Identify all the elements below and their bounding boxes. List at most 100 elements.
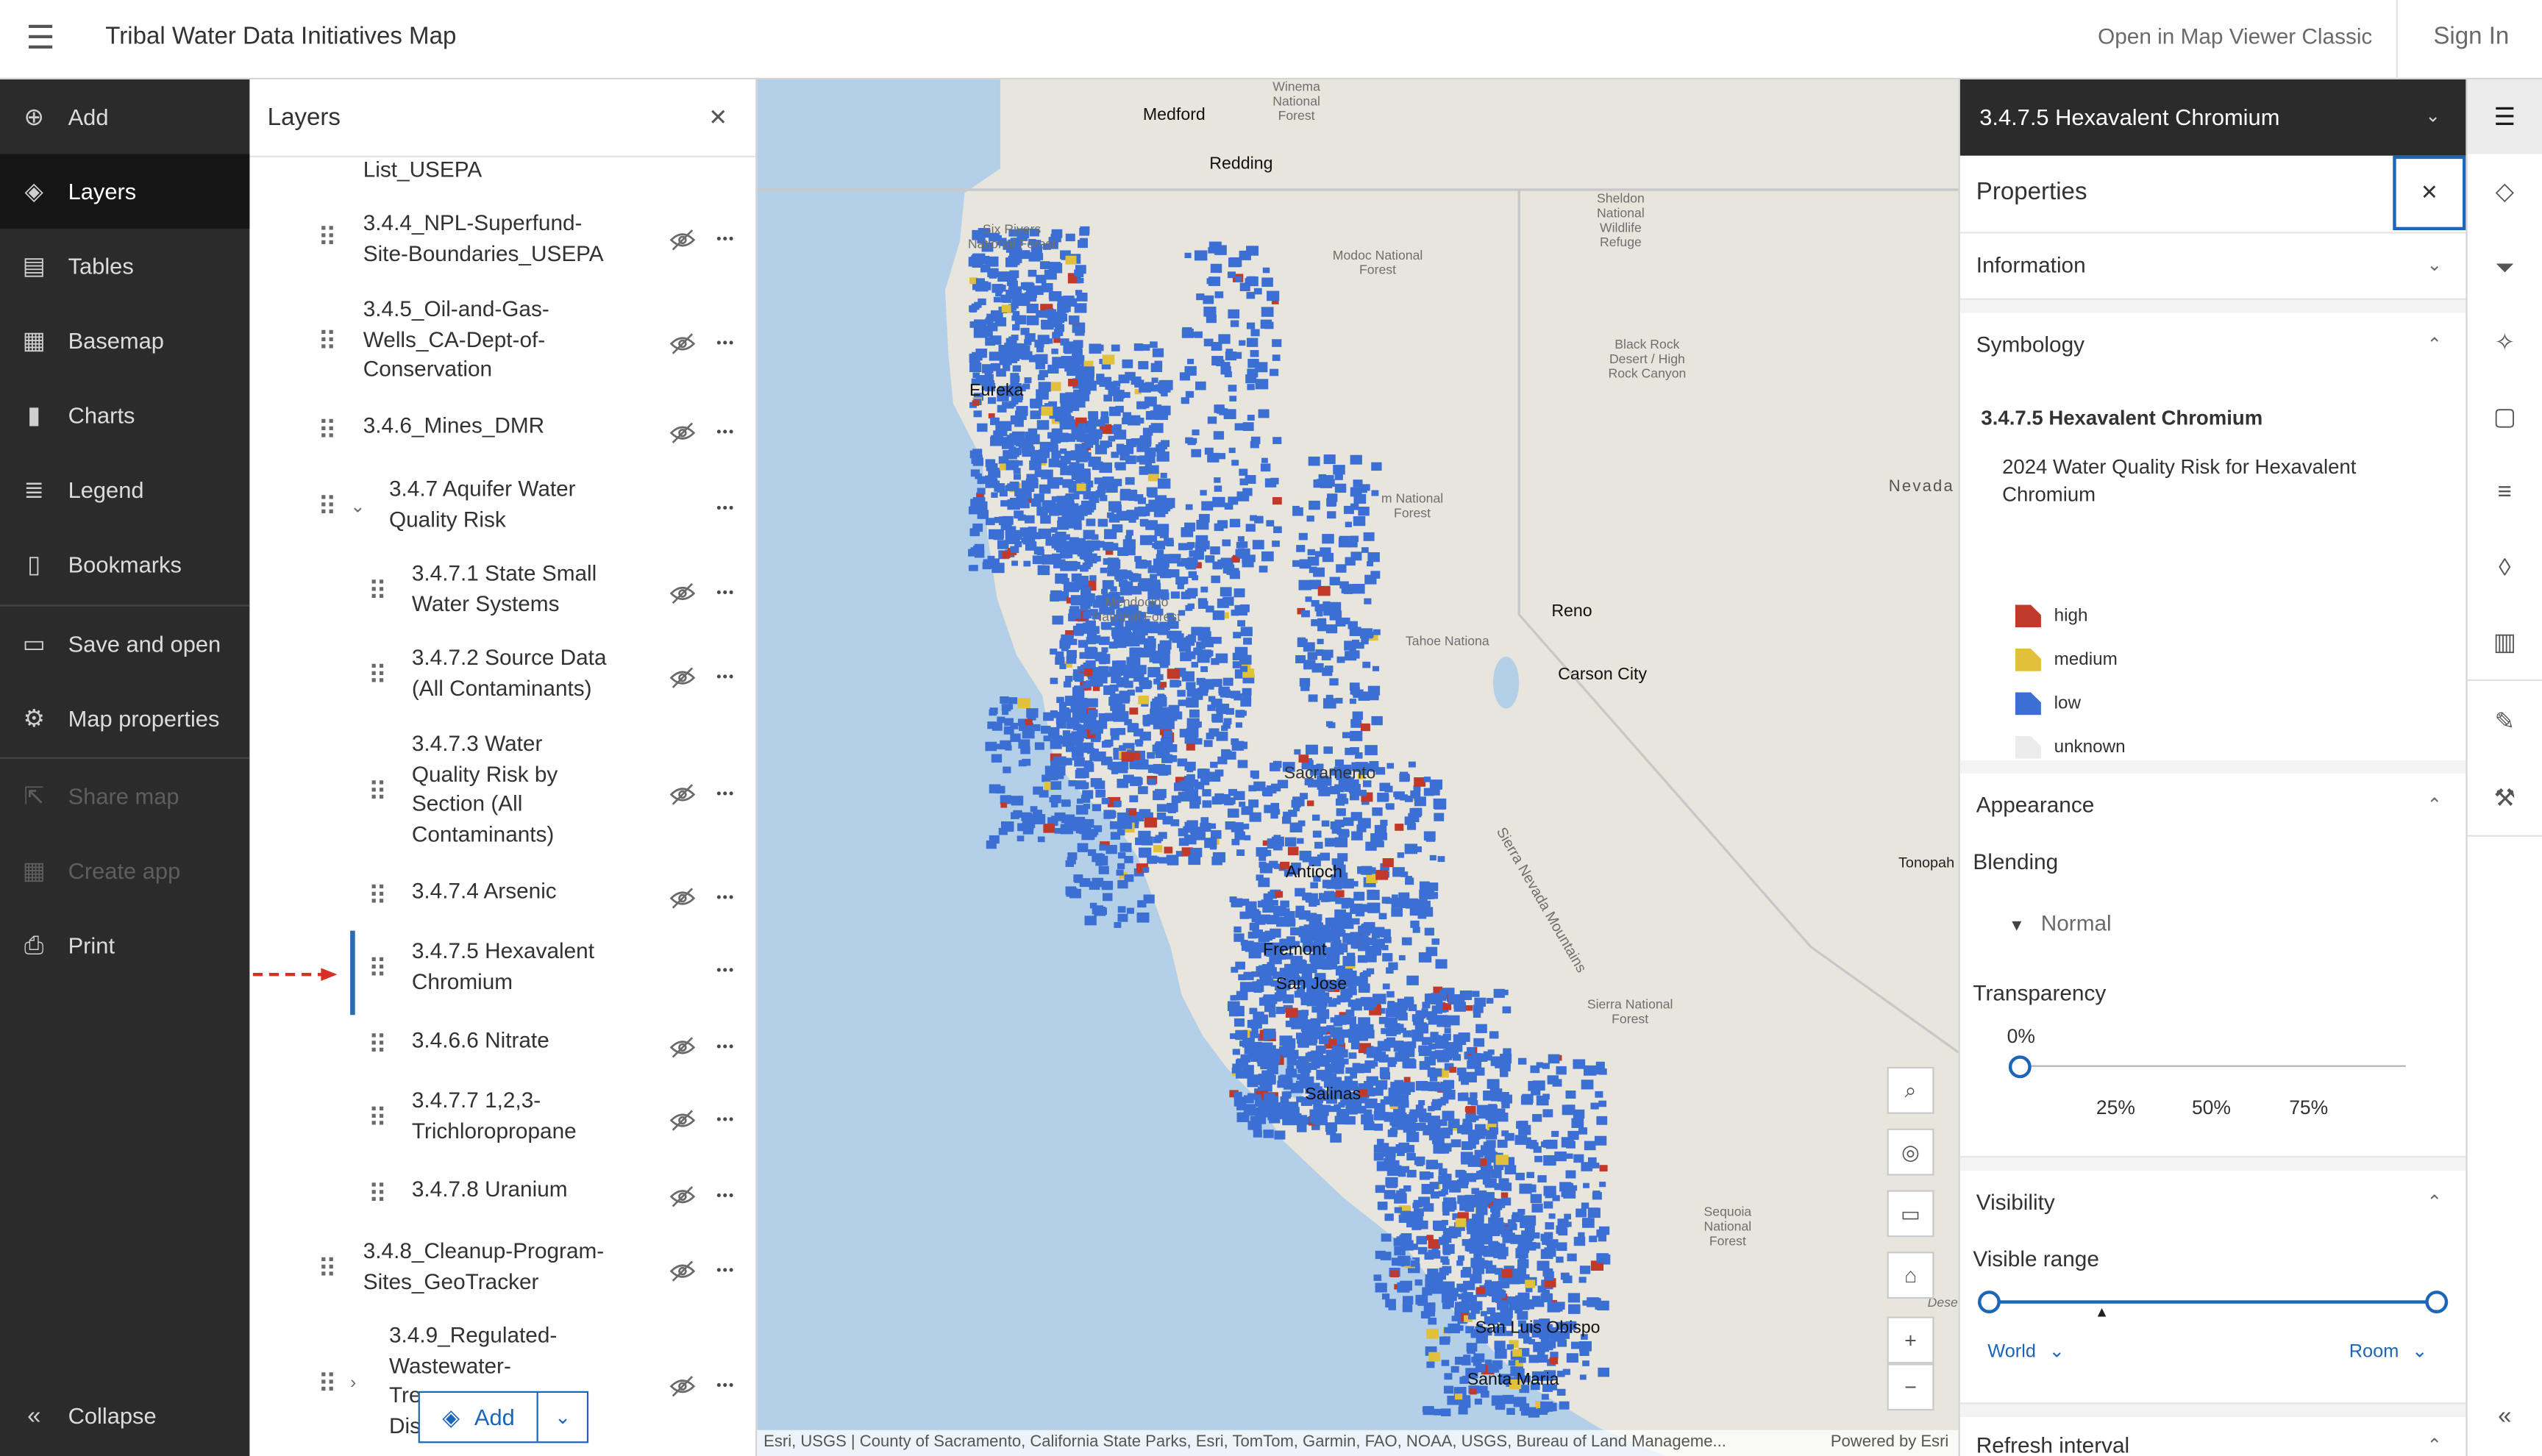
map-feature[interactable] [1550, 1352, 1559, 1359]
map-feature[interactable] [1494, 1341, 1506, 1350]
map-feature[interactable] [1242, 824, 1250, 829]
map-feature[interactable] [1335, 890, 1345, 898]
map-feature[interactable] [1111, 344, 1120, 351]
map-feature[interactable] [972, 351, 983, 361]
map-feature[interactable] [1005, 745, 1012, 751]
map-feature[interactable] [1196, 641, 1206, 649]
map-feature[interactable] [1222, 722, 1231, 729]
map-feature[interactable] [1362, 661, 1371, 668]
map-feature[interactable] [1495, 1200, 1506, 1208]
map-feature[interactable] [1003, 766, 1011, 774]
map-feature[interactable] [1336, 564, 1347, 573]
map-feature[interactable] [1028, 527, 1037, 534]
map-feature[interactable] [1435, 959, 1448, 969]
map-feature[interactable] [1095, 789, 1106, 798]
map-feature[interactable] [1416, 1160, 1424, 1166]
map-feature[interactable] [1425, 946, 1438, 957]
map-feature[interactable] [980, 264, 991, 273]
map-feature[interactable] [1233, 588, 1245, 598]
map-feature[interactable] [1549, 1192, 1556, 1198]
map-feature[interactable] [1414, 777, 1426, 787]
map-feature[interactable] [1311, 899, 1320, 905]
map-feature[interactable] [1309, 500, 1320, 510]
map-feature[interactable] [1420, 1310, 1431, 1319]
map-feature[interactable] [1214, 404, 1225, 413]
map-feature[interactable] [991, 722, 1003, 731]
map-feature[interactable] [1598, 1367, 1610, 1377]
map-feature[interactable] [1526, 1171, 1534, 1179]
map-feature[interactable] [1000, 500, 1008, 507]
nav-collapse[interactable]: « Collapse [0, 1378, 249, 1452]
map-feature[interactable] [1038, 382, 1051, 392]
map-feature[interactable] [1060, 338, 1069, 346]
map-feature[interactable] [1041, 406, 1053, 416]
map-feature[interactable] [1537, 1175, 1547, 1183]
map-feature[interactable] [1417, 1299, 1427, 1306]
map-feature[interactable] [1038, 565, 1045, 571]
map-feature[interactable] [1435, 1163, 1443, 1169]
map-feature[interactable] [1345, 1067, 1353, 1074]
map-feature[interactable] [1465, 1113, 1476, 1123]
visibility-off-icon[interactable] [669, 665, 696, 690]
map-feature[interactable] [1120, 638, 1128, 644]
map-feature[interactable] [1475, 1024, 1487, 1033]
map-feature[interactable] [1111, 627, 1123, 637]
map-feature[interactable] [1348, 1052, 1357, 1059]
map-feature[interactable] [1005, 532, 1017, 541]
map-feature[interactable] [1144, 447, 1156, 457]
map-feature[interactable] [1106, 512, 1114, 518]
map-feature[interactable] [1321, 820, 1330, 827]
map-feature[interactable] [1250, 515, 1257, 521]
map-feature[interactable] [1217, 756, 1228, 765]
map-feature[interactable] [1057, 313, 1067, 322]
map-feature[interactable] [1065, 493, 1075, 501]
map-feature[interactable] [1579, 1341, 1592, 1352]
map-feature[interactable] [1189, 709, 1200, 718]
map-feature[interactable] [1077, 843, 1089, 852]
map-feature[interactable] [1079, 878, 1091, 888]
close-button[interactable]: ✕ [2393, 155, 2466, 231]
chevron-up-icon[interactable]: ⌃ [2427, 794, 2442, 816]
map-feature[interactable] [1380, 1112, 1389, 1119]
map-feature[interactable] [1481, 1192, 1495, 1202]
map-feature[interactable] [1557, 1339, 1567, 1347]
map-feature[interactable] [1032, 814, 1046, 824]
map-feature[interactable] [1372, 927, 1385, 937]
map-feature[interactable] [1253, 1011, 1264, 1021]
layer-item[interactable]: ⠿ 3.4.8_Cleanup-Program- Sites_GeoTracker… [249, 1237, 755, 1305]
map-feature[interactable] [1128, 489, 1138, 498]
map-feature[interactable] [1116, 869, 1124, 876]
map-feature[interactable] [1207, 452, 1220, 463]
map-feature[interactable] [1458, 1293, 1466, 1300]
map-feature[interactable] [1089, 343, 1102, 354]
range-min-select[interactable]: World ⌄ [1987, 1339, 2065, 1362]
map-feature[interactable] [1331, 826, 1342, 834]
map-feature[interactable] [1321, 652, 1331, 661]
map-feature[interactable] [1254, 1094, 1261, 1101]
map-feature[interactable] [1125, 371, 1136, 381]
map-feature[interactable] [1055, 407, 1067, 417]
map-feature[interactable] [1487, 1079, 1500, 1089]
map-feature[interactable] [1114, 800, 1122, 807]
map-feature[interactable] [993, 531, 1004, 540]
map-feature[interactable] [1143, 680, 1153, 688]
map-feature[interactable] [1158, 857, 1167, 864]
map-feature[interactable] [1054, 264, 1061, 270]
layer-item[interactable]: ⠿ 3.4.4_NPL-Superfund- Site-Boundaries_US… [249, 209, 755, 271]
drag-handle-icon[interactable]: ⠿ [318, 225, 337, 254]
map-feature[interactable] [1240, 1054, 1251, 1063]
map-feature[interactable] [1159, 682, 1167, 688]
map-feature[interactable] [1307, 549, 1315, 556]
map-feature[interactable] [1359, 790, 1367, 796]
map-feature[interactable] [1112, 479, 1122, 487]
map-feature[interactable] [1120, 819, 1133, 829]
map-feature[interactable] [1272, 497, 1282, 505]
map-feature[interactable] [1598, 1226, 1610, 1235]
map-feature[interactable] [1009, 340, 1017, 347]
map-feature[interactable] [1442, 1210, 1450, 1216]
map-feature[interactable] [1030, 410, 1042, 419]
map-feature[interactable] [1009, 481, 1019, 489]
map-feature[interactable] [989, 272, 997, 279]
map-feature[interactable] [1442, 1302, 1450, 1310]
more-options-icon[interactable]: ••• [716, 232, 735, 246]
